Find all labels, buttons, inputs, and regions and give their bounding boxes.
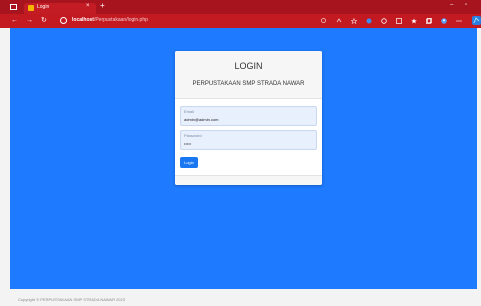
profile-icon[interactable] (441, 18, 447, 24)
url-path: /Perpustakaan/login.php (93, 17, 148, 23)
favicon-icon (28, 5, 34, 11)
library-name: PERPUSTAKAAN SMP STRADA NAWAR (192, 81, 305, 87)
maximize-button[interactable]: ▫ (465, 2, 467, 8)
split-screen-icon[interactable] (396, 18, 402, 24)
login-card-footer (175, 175, 322, 185)
url-field[interactable]: localhost/Perpustakaan/login.php (72, 17, 148, 23)
collections-icon[interactable] (426, 18, 432, 24)
copilot-icon[interactable] (472, 16, 481, 25)
back-button[interactable]: ← (11, 16, 18, 25)
browser-address-bar: ← → ↻ localhost/Perpustakaan/login.php (0, 14, 481, 28)
refresh-button[interactable]: ↻ (41, 16, 47, 25)
favorites-icon[interactable] (411, 18, 417, 24)
email-field[interactable]: Email admin@admin.com (180, 106, 317, 126)
tab-close-icon[interactable]: × (86, 3, 90, 9)
forward-button[interactable]: → (26, 16, 33, 25)
zoom-icon[interactable] (321, 18, 327, 24)
more-options-icon[interactable] (456, 18, 462, 24)
tab-title: Login (37, 4, 50, 10)
copyright-text: Copyright © PERPUSTAKAAN SMP STRADA NAWA… (18, 297, 125, 302)
password-label: Password (184, 133, 202, 138)
minimize-button[interactable]: – (450, 2, 453, 8)
read-aloud-icon[interactable] (336, 18, 342, 24)
browser-tab-login[interactable]: Login × (24, 3, 96, 14)
new-tab-button[interactable]: + (100, 2, 105, 10)
extension-icon[interactable] (366, 18, 372, 24)
browser-tab-bar: Login × + – ▫ (0, 0, 481, 14)
window-menu-icon[interactable] (10, 4, 17, 10)
site-info-icon[interactable] (60, 17, 67, 24)
password-field[interactable]: Password ••••• (180, 130, 317, 150)
tracking-icon[interactable] (381, 18, 387, 24)
login-card: LOGIN PERPUSTAKAAN SMP STRADA NAWAR Emai… (175, 51, 322, 185)
password-value[interactable]: ••••• (184, 141, 191, 146)
email-label: Email (184, 109, 195, 114)
favorites-star-icon[interactable] (351, 18, 357, 24)
url-host: localhost (72, 17, 94, 23)
login-title: LOGIN (234, 61, 263, 71)
login-button[interactable]: Login (180, 157, 198, 168)
email-value[interactable]: admin@admin.com (184, 117, 219, 122)
login-card-header: LOGIN PERPUSTAKAAN SMP STRADA NAWAR (175, 51, 322, 99)
